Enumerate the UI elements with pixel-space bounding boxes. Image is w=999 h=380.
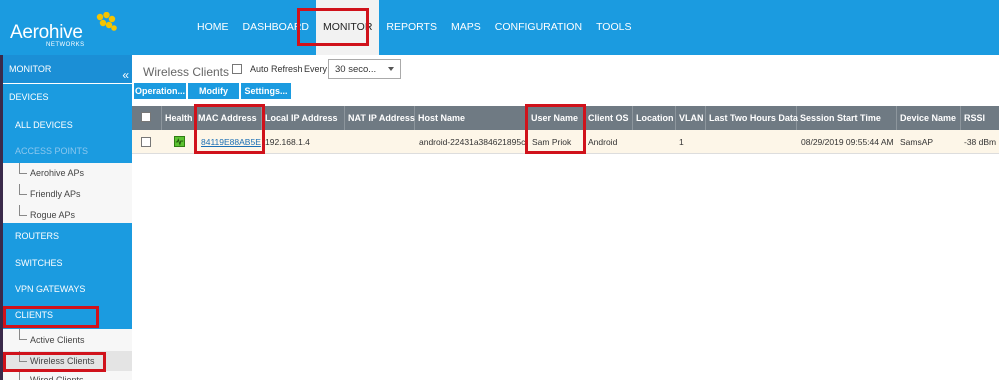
local-ip-cell: 192.168.1.4 xyxy=(265,137,310,147)
sidebar-item-routers[interactable]: ROUTERS xyxy=(3,223,132,250)
refresh-interval-value: 30 seco... xyxy=(335,64,377,75)
auto-refresh-label: Auto Refresh xyxy=(250,64,303,74)
aerohive-logo[interactable]: Aerohive NETWORKS xyxy=(10,12,130,52)
main-content: Wireless Clients Auto Refresh Every 30 s… xyxy=(132,55,999,380)
column-mac-address[interactable]: MAC Address xyxy=(195,106,262,130)
sidebar-item-label: Friendly APs xyxy=(30,189,81,199)
main-nav: HOME DASHBOARD MONITOR REPORTS MAPS CONF… xyxy=(190,0,638,55)
sidebar-item-all-devices[interactable]: ALL DEVICES xyxy=(3,111,132,139)
nav-configuration[interactable]: CONFIGURATION xyxy=(488,0,589,55)
column-nat-ip[interactable]: NAT IP Address xyxy=(345,106,415,130)
auto-refresh-checkbox[interactable] xyxy=(232,64,242,74)
every-label: Every xyxy=(304,64,328,74)
table-row[interactable]: 84119E88AB5E 192.168.1.4 android-22431a3… xyxy=(132,130,999,154)
sidebar-item-vpn-gateways[interactable]: VPN GATEWAYS xyxy=(3,276,132,302)
sidebar-item-label: Active Clients xyxy=(30,335,85,345)
nav-maps[interactable]: MAPS xyxy=(444,0,488,55)
nav-tools[interactable]: TOOLS xyxy=(589,0,638,55)
client-os-cell: Android xyxy=(588,137,618,147)
sidebar-item-label: Wireless Clients xyxy=(30,356,95,366)
column-device-name[interactable]: Device Name xyxy=(897,106,961,130)
host-name-cell: android-22431a384621895c xyxy=(419,137,526,147)
refresh-interval-select[interactable]: 30 seco... xyxy=(328,59,401,79)
sidebar-item-devices[interactable]: DEVICES xyxy=(3,84,132,111)
user-name-cell: Sam Priok xyxy=(532,137,572,147)
tree-branch-icon xyxy=(19,184,27,195)
settings-button[interactable]: Settings... xyxy=(241,83,291,99)
select-all-checkbox[interactable] xyxy=(141,112,151,122)
tree-branch-icon xyxy=(19,329,27,340)
column-vlan[interactable]: VLAN xyxy=(676,106,706,130)
session-start-cell: 08/29/2019 09:55:44 AM xyxy=(801,137,894,147)
sidebar-item-wired-clients[interactable]: Wired Clients xyxy=(3,371,132,380)
health-status-icon xyxy=(174,136,185,147)
sidebar-item-active-clients[interactable]: Active Clients xyxy=(3,329,132,351)
operation-button[interactable]: Operation... xyxy=(134,83,186,99)
column-user-name[interactable]: User Name xyxy=(528,106,585,130)
sidebar-header-label: MONITOR xyxy=(9,64,52,74)
sidebar-item-aerohive-aps[interactable]: Aerohive APs xyxy=(3,163,132,184)
sidebar-item-access-points[interactable]: ACCESS POINTS xyxy=(3,139,132,163)
tree-branch-icon xyxy=(19,163,27,174)
sidebar-item-wireless-clients[interactable]: Wireless Clients xyxy=(3,351,132,371)
modify-button[interactable]: Modify xyxy=(188,83,239,99)
column-rssi[interactable]: RSSI xyxy=(961,106,999,130)
vlan-cell: 1 xyxy=(679,137,684,147)
sidebar-item-label: Wired Clients xyxy=(30,375,84,380)
nav-dashboard[interactable]: DASHBOARD xyxy=(236,0,317,55)
row-select-checkbox[interactable] xyxy=(141,137,151,147)
chevron-down-icon xyxy=(388,67,394,71)
column-session-start-time[interactable]: Session Start Time xyxy=(797,106,897,130)
column-last-two-hours-data[interactable]: Last Two Hours Data xyxy=(706,106,798,130)
sidebar-item-label: Aerohive APs xyxy=(30,168,85,178)
column-host-name[interactable]: Host Name xyxy=(415,106,528,130)
rssi-cell: -38 dBm xyxy=(964,137,997,147)
nav-monitor[interactable]: MONITOR xyxy=(316,0,380,55)
column-health[interactable]: Health xyxy=(162,106,195,130)
sidebar: MONITOR « DEVICES ALL DEVICES ACCESS POI… xyxy=(3,55,132,380)
page-title: Wireless Clients xyxy=(143,65,230,79)
select-all-cell xyxy=(132,106,162,130)
column-client-os[interactable]: Client OS xyxy=(585,106,633,130)
tree-branch-icon xyxy=(19,351,27,362)
mac-address-link[interactable]: 84119E88AB5E xyxy=(201,130,261,154)
column-local-ip[interactable]: Local IP Address xyxy=(262,106,345,130)
tree-branch-icon xyxy=(19,205,27,216)
device-name-cell: SamsAP xyxy=(900,137,934,147)
column-location[interactable]: Location xyxy=(633,106,676,130)
sidebar-item-switches[interactable]: SWITCHES xyxy=(3,250,132,276)
sidebar-item-clients[interactable]: CLIENTS xyxy=(3,302,132,329)
sidebar-item-friendly-aps[interactable]: Friendly APs xyxy=(3,184,132,205)
honeycomb-icon xyxy=(96,12,117,31)
nav-reports[interactable]: REPORTS xyxy=(379,0,444,55)
sidebar-header: MONITOR « xyxy=(3,55,132,83)
top-header: Aerohive NETWORKS HOME DASHBOARD MONITOR… xyxy=(0,0,999,55)
table-header: Health MAC Address Local IP Address NAT … xyxy=(132,106,999,130)
logo-subtitle: NETWORKS xyxy=(46,42,85,48)
logo-wordmark: Aerohive xyxy=(10,22,83,43)
nav-home[interactable]: HOME xyxy=(190,0,236,55)
tree-branch-icon xyxy=(19,371,27,380)
